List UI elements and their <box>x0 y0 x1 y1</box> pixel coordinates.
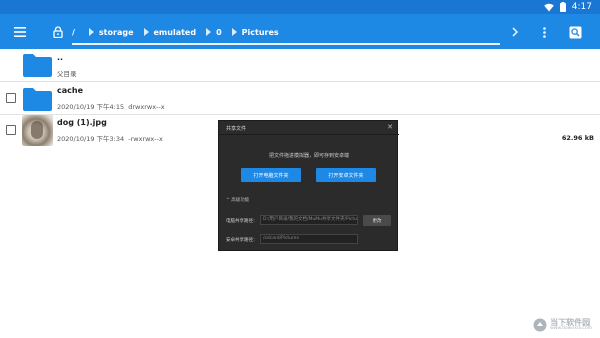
file-meta: 2020/10/19 下午3:34 -rwxrwx--x <box>57 135 163 143</box>
folder-icon <box>23 54 52 77</box>
android-path-label: 安卓共享路径： <box>226 238 258 243</box>
breadcrumb-item-storage[interactable]: storage <box>88 28 134 37</box>
file-name: .. <box>57 53 64 62</box>
battery-icon <box>559 2 566 12</box>
file-name: cache <box>57 86 84 95</box>
dialog-title: 共享文件 <box>226 126 247 132</box>
lock-icon[interactable] <box>49 23 67 41</box>
watermark-sub: www.downxia.com <box>550 325 592 331</box>
breadcrumb-underline <box>72 43 500 45</box>
open-android-folder-button[interactable]: 打开安卓文件夹 <box>316 168 376 182</box>
breadcrumb-root[interactable]: / <box>72 28 75 37</box>
wifi-icon <box>543 3 554 12</box>
pc-path-field[interactable]: D:/用户目录/我的文档/MuMu共享文件夹/Pictures <box>260 215 358 225</box>
chevron-right-icon <box>88 28 94 36</box>
breadcrumb: / storage emulated 0 Pictures <box>72 23 289 41</box>
menu-icon[interactable] <box>11 23 29 41</box>
dialog-divider <box>219 134 399 135</box>
android-path-field[interactable]: /sdcard/Pictures <box>260 234 358 244</box>
watermark: 当下软件园 www.downxia.com <box>533 318 592 332</box>
change-path-button[interactable]: 更改 <box>363 215 391 226</box>
status-icons: 4:17 <box>543 1 592 13</box>
close-icon[interactable]: ✕ <box>387 123 393 131</box>
file-size: 62.96 kB <box>561 134 594 142</box>
advanced-toggle[interactable]: ^ 高级功能 <box>226 197 249 203</box>
chevron-right-icon <box>206 28 212 36</box>
chevron-right-icon <box>143 28 149 36</box>
list-item-parent[interactable]: .. 父目录 <box>0 49 600 81</box>
status-bar: 4:17 <box>0 0 600 14</box>
chevron-right-icon <box>231 28 237 36</box>
chevron-up-icon: ^ <box>226 198 230 203</box>
forward-chevron-icon[interactable] <box>506 23 524 41</box>
select-checkbox[interactable] <box>6 125 16 135</box>
folder-icon <box>23 88 52 111</box>
file-meta: 2020/10/19 下午4:15 drwxrwx--x <box>57 103 165 111</box>
file-meta: 父目录 <box>57 70 77 78</box>
breadcrumb-item-emulated[interactable]: emulated <box>143 28 196 37</box>
list-item-cache[interactable]: cache 2020/10/19 下午4:15 drwxrwx--x <box>0 82 600 114</box>
pc-path-label: 电脑共享路径： <box>226 219 258 224</box>
share-files-dialog: 共享文件 ✕ 把文件拖进模拟器，即可存到安卓端 打开电脑文件夹 打开安卓文件夹 … <box>218 120 399 251</box>
breadcrumb-item-pictures[interactable]: Pictures <box>231 28 279 37</box>
watermark-logo-icon <box>533 318 547 332</box>
open-pc-folder-button[interactable]: 打开电脑文件夹 <box>241 168 301 182</box>
status-time: 4:17 <box>571 2 592 12</box>
search-icon[interactable] <box>566 23 584 41</box>
app-bar: / storage emulated 0 Pictures <box>0 14 600 49</box>
dialog-description: 把文件拖进模拟器，即可存到安卓端 <box>268 153 349 159</box>
file-name: dog (1).jpg <box>57 118 107 127</box>
more-vert-icon[interactable] <box>535 23 553 41</box>
breadcrumb-item-0[interactable]: 0 <box>206 28 222 37</box>
advanced-label: 高级功能 <box>231 198 250 203</box>
image-thumbnail <box>22 115 53 146</box>
select-checkbox[interactable] <box>6 93 16 103</box>
